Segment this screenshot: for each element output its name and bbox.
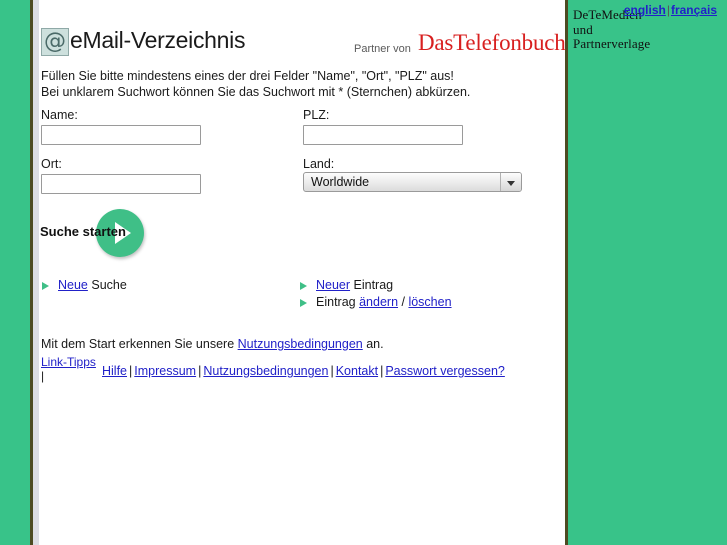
- language-switcher: english|français: [624, 3, 717, 17]
- triangle-bullet-icon: [300, 282, 307, 290]
- footer-link-impressum[interactable]: Impressum: [134, 364, 196, 378]
- list-item: Neue Suche: [41, 277, 291, 294]
- triangle-bullet-icon: [42, 282, 49, 290]
- publisher-brand-line2: und: [573, 21, 593, 37]
- land-field-label: Land:: [303, 157, 335, 171]
- partner-logo-dastelefonbuch: DasTelefonbuch: [418, 30, 566, 55]
- footer: Mit dem Start erkennen Sie unsere Nutzun…: [41, 336, 541, 383]
- plz-field-label: PLZ:: [303, 108, 330, 122]
- footer-link-hilfe[interactable]: Hilfe: [102, 364, 127, 378]
- language-link-francais[interactable]: français: [671, 3, 717, 17]
- page-frame: DeTeMedien und Partnerverlage english|fr…: [0, 0, 727, 545]
- link-neuer-eintrag[interactable]: Neuer: [316, 278, 350, 292]
- footer-link-passwort-vergessen[interactable]: Passwort vergessen?: [385, 364, 505, 378]
- terms-notice-prefix: Mit dem Start erkennen Sie unsere: [41, 337, 238, 351]
- land-select-value: Worldwide: [311, 175, 370, 189]
- link-link-tipps[interactable]: Link-Tipps: [41, 355, 96, 369]
- eintrag-prefix-text: Eintrag: [316, 295, 360, 309]
- footer-link-nutzungsbedingungen[interactable]: Nutzungsbedingungen: [203, 364, 328, 378]
- link-neue-suche[interactable]: Neue: [58, 278, 88, 292]
- link-tipps-trailing-pipe: |: [41, 369, 45, 383]
- link-tipps-block: Link-Tipps |: [41, 355, 111, 383]
- land-select-arrow-zone[interactable]: [500, 173, 521, 191]
- ort-field-label: Ort:: [41, 157, 62, 171]
- footer-link-kontakt[interactable]: Kontakt: [336, 364, 378, 378]
- instructions-text: Füllen Sie bitte mindestens eines der dr…: [41, 68, 551, 100]
- instructions-line-2: Bei unklarem Suchwort können Sie das Suc…: [41, 85, 471, 99]
- links-column-right: Neuer Eintrag Eintrag ändern / löschen: [299, 277, 549, 311]
- link-neuer-eintrag-rest: Eintrag: [350, 278, 394, 292]
- triangle-bullet-icon: [300, 299, 307, 307]
- list-item: Neuer Eintrag: [299, 277, 549, 294]
- footer-sep-3: |: [330, 364, 334, 378]
- instructions-line-1: Füllen Sie bitte mindestens eines der dr…: [41, 69, 454, 83]
- link-eintrag-loeschen[interactable]: löschen: [408, 295, 451, 309]
- chevron-down-icon: [507, 181, 515, 186]
- partner-label: Partner von: [354, 43, 411, 55]
- site-header: @ eMail-Verzeichnis Partner von DasTelef…: [41, 27, 566, 62]
- ort-input[interactable]: [41, 174, 201, 194]
- language-link-english[interactable]: english: [624, 3, 666, 17]
- footer-nav-links: Hilfe | Impressum | Nutzungsbedingungen | Kont…: [102, 363, 505, 379]
- land-select[interactable]: Worldwide: [303, 172, 522, 192]
- start-search-button[interactable]: Suche starten: [40, 205, 210, 257]
- eintrag-separator-text: /: [398, 295, 409, 309]
- link-eintrag-aendern[interactable]: ändern: [359, 295, 398, 309]
- name-field-label: Name:: [41, 108, 78, 122]
- publisher-brand-line3: Partnerverlage: [573, 36, 651, 51]
- terms-notice-suffix: an.: [362, 337, 384, 351]
- start-search-label: Suche starten: [40, 224, 126, 239]
- name-input[interactable]: [41, 125, 201, 145]
- links-column-left: Neue Suche: [41, 277, 291, 294]
- right-green-margin: [568, 0, 727, 545]
- plz-input[interactable]: [303, 125, 463, 145]
- link-neue-suche-rest: Suche: [87, 278, 127, 292]
- list-item: Eintrag ändern / löschen: [299, 294, 549, 311]
- terms-notice: Mit dem Start erkennen Sie unsere Nutzun…: [41, 336, 541, 352]
- left-green-margin: [0, 0, 30, 545]
- at-sign-icon: @: [41, 28, 69, 56]
- page-title: eMail-Verzeichnis: [70, 27, 246, 53]
- link-nutzungsbedingungen-inline[interactable]: Nutzungsbedingungen: [238, 337, 363, 351]
